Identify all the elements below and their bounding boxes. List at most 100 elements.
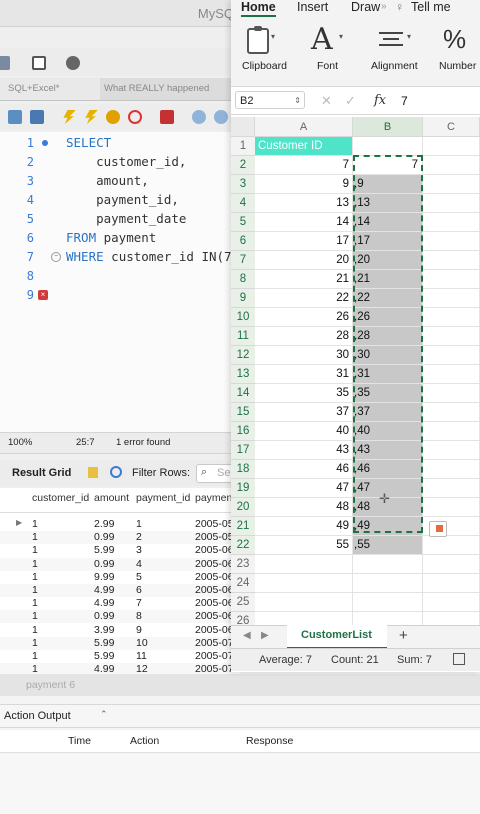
row-header[interactable]: 4 <box>231 194 255 213</box>
table-cell[interactable]: 9 <box>136 624 142 636</box>
cancel-icon[interactable]: ✕ <box>321 93 332 109</box>
table-row[interactable]: 1 4.99 6 2005-06 <box>0 584 240 597</box>
cell-c[interactable] <box>423 289 480 308</box>
cell-b[interactable]: ,22 <box>353 289 423 308</box>
cell-a[interactable]: 20 <box>255 251 353 270</box>
cell-b[interactable] <box>353 593 423 612</box>
row-header[interactable]: 21 <box>231 517 255 536</box>
cell-a1-header[interactable]: Customer ID <box>255 137 353 156</box>
dropdown-chevron-icon[interactable]: ⌃ <box>100 709 108 720</box>
table-cell[interactable]: 2005-05 <box>195 518 234 530</box>
cell-b[interactable]: ,30 <box>353 346 423 365</box>
table-cell[interactable]: 4 <box>136 558 142 570</box>
font-icon[interactable]: A <box>311 22 333 57</box>
row-header[interactable]: 18 <box>231 460 255 479</box>
tab-home[interactable]: Home <box>241 0 276 17</box>
row-header[interactable]: 9 <box>231 289 255 308</box>
row-header[interactable]: 19 <box>231 479 255 498</box>
cell-a[interactable]: 47 <box>255 479 353 498</box>
table-cell[interactable]: 1 <box>32 597 38 609</box>
cell-a[interactable] <box>255 555 353 574</box>
paste-chevron-icon[interactable]: ▾ <box>271 32 275 41</box>
cell-a[interactable]: 55 <box>255 536 353 555</box>
table-cell[interactable]: 2005-06 <box>195 544 234 556</box>
row-header[interactable]: 20 <box>231 498 255 517</box>
cell-b[interactable]: ,49 <box>353 517 423 536</box>
cell-a[interactable] <box>255 574 353 593</box>
cell-c[interactable] <box>423 384 480 403</box>
cell-b[interactable] <box>353 137 423 156</box>
cell-a[interactable]: 17 <box>255 232 353 251</box>
open-file-icon[interactable] <box>8 110 22 124</box>
normal-view-icon[interactable] <box>453 653 465 665</box>
cell-b[interactable]: ,28 <box>353 327 423 346</box>
cell-c[interactable] <box>423 593 480 612</box>
percent-icon[interactable]: % <box>443 24 466 55</box>
table-cell[interactable]: 1 <box>32 518 38 530</box>
cell-a[interactable]: 22 <box>255 289 353 308</box>
table-cell[interactable]: 1 <box>32 584 38 596</box>
table-cell[interactable]: 12 <box>136 663 148 674</box>
table-cell[interactable]: 8 <box>136 610 142 622</box>
cell-b[interactable]: ,13 <box>353 194 423 213</box>
sql-editor[interactable]: 1 SELECT 2 customer_id, 3 amount, 4 paym… <box>0 132 240 432</box>
row-header[interactable]: 22 <box>231 536 255 555</box>
grid-view-icon[interactable] <box>88 467 98 478</box>
font-chevron-icon[interactable]: ▾ <box>339 32 343 41</box>
table-cell[interactable]: 1 <box>32 610 38 622</box>
cell-b[interactable]: ,40 <box>353 422 423 441</box>
execute-current-icon[interactable] <box>85 110 98 124</box>
cell-c[interactable] <box>423 156 480 175</box>
stop-icon[interactable] <box>128 110 142 124</box>
cell-c[interactable] <box>423 251 480 270</box>
cell-c[interactable] <box>423 460 480 479</box>
paste-options-icon[interactable] <box>429 521 447 537</box>
table-cell[interactable]: 1 <box>32 558 38 570</box>
col-time[interactable]: Time <box>68 735 91 747</box>
table-cell[interactable]: 3 <box>136 544 142 556</box>
cell-c[interactable] <box>423 612 480 625</box>
table-cell[interactable]: 4.99 <box>94 663 114 674</box>
table-cell[interactable]: 2005-06 <box>195 624 234 636</box>
inspector-icon[interactable] <box>32 56 46 70</box>
table-cell[interactable]: 3.99 <box>94 624 114 636</box>
prev-sheet-icon[interactable]: ◀ <box>243 630 251 641</box>
name-box[interactable]: B2 ⇕ <box>235 91 305 109</box>
cell-c[interactable] <box>423 365 480 384</box>
cell-b[interactable]: ,17 <box>353 232 423 251</box>
column-header-b[interactable]: B <box>353 117 423 137</box>
chevron-right-icon[interactable]: » <box>381 1 387 12</box>
cell-b[interactable]: ,9 <box>353 175 423 194</box>
cell-c[interactable] <box>423 498 480 517</box>
cell-c[interactable] <box>423 213 480 232</box>
cell-a[interactable] <box>255 612 353 625</box>
column-header-c[interactable]: C <box>423 117 480 137</box>
cell-b[interactable]: ,35 <box>353 384 423 403</box>
table-cell[interactable]: 11 <box>136 650 147 662</box>
table-cell[interactable]: 2005-06 <box>195 584 234 596</box>
toggle-error-icon[interactable] <box>160 110 174 124</box>
table-cell[interactable]: 1 <box>136 518 142 530</box>
table-cell[interactable]: 5.99 <box>94 637 114 649</box>
table-cell[interactable]: 2005-05 <box>195 531 234 543</box>
table-cell[interactable]: 0.99 <box>94 531 114 543</box>
error-marker-icon[interactable]: × <box>38 290 48 300</box>
cell-b[interactable]: ,26 <box>353 308 423 327</box>
tab-payment-6[interactable]: payment 6 <box>26 679 75 691</box>
column-header[interactable]: paymen <box>195 492 232 504</box>
row-header[interactable]: 1 <box>231 137 255 156</box>
table-row[interactable]: 1 4.99 7 2005-06 <box>0 597 240 611</box>
cell-b[interactable]: ,21 <box>353 270 423 289</box>
cell-c[interactable] <box>423 137 480 156</box>
row-header[interactable]: 24 <box>231 574 255 593</box>
cell-a[interactable]: 28 <box>255 327 353 346</box>
table-cell[interactable]: 2005-06 <box>195 558 234 570</box>
result-grid-label[interactable]: Result Grid <box>12 467 71 479</box>
cell-a[interactable] <box>255 593 353 612</box>
cell-b[interactable]: ,14 <box>353 213 423 232</box>
fold-icon[interactable]: − <box>51 252 61 262</box>
row-header[interactable]: 11 <box>231 327 255 346</box>
table-cell[interactable]: 7 <box>136 597 142 609</box>
cell-b[interactable] <box>353 555 423 574</box>
table-row[interactable]: 1 5.99 3 2005-06 <box>0 544 240 558</box>
